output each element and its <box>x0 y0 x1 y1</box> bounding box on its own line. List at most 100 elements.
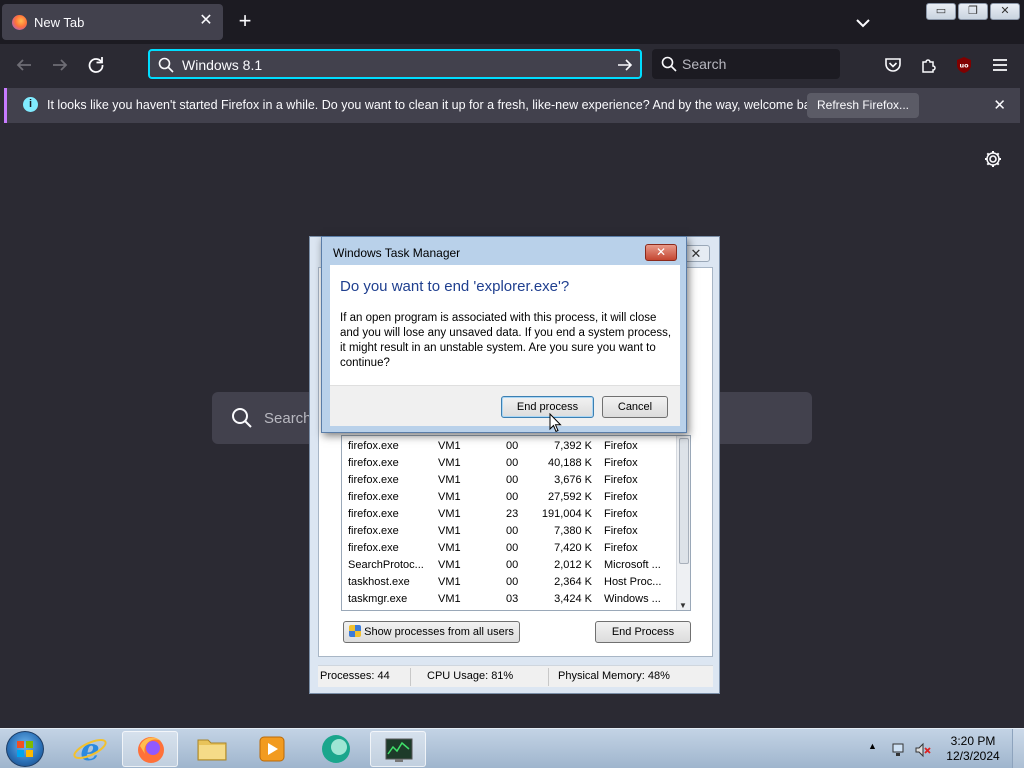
cell-cpu: 00 <box>506 576 519 588</box>
internet-explorer-icon[interactable]: e <box>62 731 118 768</box>
table-row[interactable]: firefox.exe VM1 00 3,676 K Firefox <box>342 472 678 489</box>
search-icon <box>157 56 175 77</box>
cell-mem: 27,592 K <box>547 491 592 503</box>
app-icon[interactable] <box>308 731 364 767</box>
cell-name: firefox.exe <box>348 457 399 469</box>
cell-name: taskhost.exe <box>348 576 410 588</box>
minimize-button[interactable]: ▭ <box>926 3 956 20</box>
status-processes: Processes: 44 <box>320 670 390 682</box>
info-icon: i <box>23 97 38 112</box>
windows-start-icon[interactable] <box>6 731 44 767</box>
end-process-button[interactable]: End Process <box>595 621 691 643</box>
table-row[interactable]: firefox.exe VM1 23 191,004 K Firefox <box>342 506 678 523</box>
cell-cpu: 00 <box>506 559 519 571</box>
cell-name: SearchProtoc... <box>348 559 424 571</box>
svg-text:uo: uo <box>959 62 969 70</box>
table-row[interactable]: firefox.exe VM1 00 7,380 K Firefox <box>342 523 678 540</box>
taskbar: e ▲ 3:20 PM 12/3/2024 <box>0 728 1024 768</box>
media-player-icon[interactable] <box>244 731 300 767</box>
show-desktop-button[interactable] <box>1012 729 1024 768</box>
search-icon <box>660 55 678 76</box>
cell-cpu: 00 <box>506 474 519 486</box>
back-arrow-icon[interactable] <box>11 52 37 78</box>
system-tray: ▲ <box>868 741 936 759</box>
network-icon[interactable] <box>890 741 908 759</box>
folder-icon[interactable] <box>184 731 240 767</box>
hamburger-menu-icon[interactable] <box>987 52 1013 78</box>
dialog-footer: End process Cancel <box>330 385 680 426</box>
cell-name: firefox.exe <box>348 491 399 503</box>
tab-bar: New Tab ✕ + ▭ ❐ ✕ <box>0 0 1024 44</box>
cell-mem: 7,420 K <box>554 542 592 554</box>
gear-icon[interactable] <box>982 148 1004 170</box>
firefox-icon <box>12 15 27 30</box>
scrollbar-thumb[interactable] <box>679 438 689 564</box>
cell-desc: Firefox <box>604 491 638 503</box>
cancel-button[interactable]: Cancel <box>602 396 668 418</box>
cell-desc: Microsoft ... <box>604 559 661 571</box>
shield-icon <box>349 625 362 637</box>
dialog-body: Do you want to end 'explorer.exe'? If an… <box>330 265 680 385</box>
reload-icon[interactable] <box>83 52 109 78</box>
confirm-end-process-button[interactable]: End process <box>501 396 594 418</box>
forward-arrow-icon[interactable] <box>47 52 73 78</box>
status-memory: Physical Memory: 48% <box>558 670 670 682</box>
cell-user: VM1 <box>438 491 461 503</box>
table-row[interactable]: firefox.exe VM1 00 7,392 K Firefox <box>342 438 678 455</box>
newtab-search-placeholder: Search <box>264 410 312 427</box>
search-icon <box>230 406 254 433</box>
tab-title: New Tab <box>34 15 85 30</box>
vertical-scrollbar[interactable]: ▼ <box>676 436 690 610</box>
pocket-icon[interactable] <box>880 52 906 78</box>
cell-user: VM1 <box>438 440 461 452</box>
firefox-taskbar-icon[interactable] <box>122 731 178 767</box>
cell-cpu: 23 <box>506 508 519 520</box>
cell-user: VM1 <box>438 559 461 571</box>
cell-cpu: 00 <box>506 542 519 554</box>
url-bar[interactable]: Windows 8.1 <box>148 49 642 79</box>
table-row[interactable]: taskmgr.exe VM1 03 3,424 K Windows ... <box>342 591 678 608</box>
tab-new-tab[interactable]: New Tab ✕ <box>2 4 223 40</box>
plus-icon[interactable]: + <box>234 10 256 32</box>
refresh-firefox-button[interactable]: Refresh Firefox... <box>807 93 919 118</box>
cell-user: VM1 <box>438 525 461 537</box>
table-row[interactable]: firefox.exe VM1 00 7,420 K Firefox <box>342 540 678 557</box>
restore-button[interactable]: ❐ <box>958 3 988 20</box>
task-manager-icon[interactable] <box>370 731 426 767</box>
show-hidden-icons-icon[interactable]: ▲ <box>868 741 877 751</box>
cell-desc: Windows ... <box>604 593 661 605</box>
show-all-users-button[interactable]: Show processes from all users <box>343 621 520 643</box>
volume-muted-icon[interactable] <box>914 741 932 759</box>
table-row[interactable]: firefox.exe VM1 00 27,592 K Firefox <box>342 489 678 506</box>
cell-name: firefox.exe <box>348 525 399 537</box>
scroll-down-icon[interactable]: ▼ <box>679 601 687 610</box>
table-row[interactable]: taskhost.exe VM1 00 2,364 K Host Proc... <box>342 574 678 591</box>
search-placeholder: Search <box>682 56 727 72</box>
table-row[interactable]: firefox.exe VM1 00 40,188 K Firefox <box>342 455 678 472</box>
cell-user: VM1 <box>438 593 461 605</box>
cell-user: VM1 <box>438 542 461 554</box>
cell-mem: 3,676 K <box>554 474 592 486</box>
cell-name: firefox.exe <box>348 508 399 520</box>
close-icon[interactable]: ✕ <box>197 12 215 30</box>
cell-cpu: 00 <box>506 525 519 537</box>
table-row[interactable]: SearchProtoc... VM1 00 2,012 K Microsoft ... <box>342 557 678 574</box>
arrow-right-icon[interactable] <box>616 56 634 77</box>
cell-mem: 2,364 K <box>554 576 592 588</box>
cell-name: firefox.exe <box>348 474 399 486</box>
ublock-icon[interactable]: uo <box>951 52 977 78</box>
search-bar[interactable]: Search <box>652 49 840 79</box>
clock[interactable]: 3:20 PM 12/3/2024 <box>940 734 1006 764</box>
extensions-icon[interactable] <box>916 52 942 78</box>
url-input-value[interactable]: Windows 8.1 <box>182 57 262 73</box>
end-process-dialog: Windows Task Manager ✕ Do you want to en… <box>321 236 687 433</box>
window-close-button[interactable]: ✕ <box>990 3 1020 20</box>
close-icon[interactable]: ✕ <box>645 244 677 261</box>
chevron-down-icon[interactable] <box>852 12 874 34</box>
cell-desc: Firefox <box>604 525 638 537</box>
status-cpu: CPU Usage: 81% <box>427 670 514 682</box>
close-icon[interactable]: ✕ <box>993 96 1006 114</box>
status-bar: Processes: 44 CPU Usage: 81% Physical Me… <box>318 665 713 687</box>
cell-user: VM1 <box>438 457 461 469</box>
cell-desc: Host Proc... <box>604 576 662 588</box>
